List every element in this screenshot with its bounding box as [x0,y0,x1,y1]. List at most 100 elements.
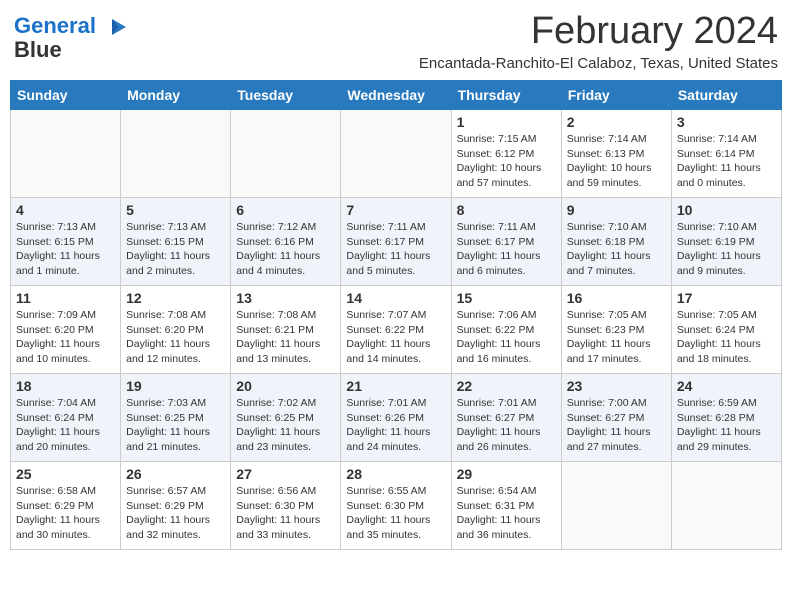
calendar-week-row: 11 Sunrise: 7:09 AMSunset: 6:20 PMDayligh… [11,286,782,374]
table-row: 8 Sunrise: 7:11 AMSunset: 6:17 PMDaylight… [451,198,561,286]
day-info: Sunrise: 6:54 AMSunset: 6:31 PMDaylight:… [457,484,556,543]
table-row: 20 Sunrise: 7:02 AMSunset: 6:25 PMDayligh… [231,374,341,462]
day-info: Sunrise: 7:05 AMSunset: 6:23 PMDaylight:… [567,308,666,367]
day-number: 7 [346,202,445,218]
table-row: 1 Sunrise: 7:15 AMSunset: 6:12 PMDaylight… [451,110,561,198]
day-info: Sunrise: 7:01 AMSunset: 6:27 PMDaylight:… [457,396,556,455]
day-info: Sunrise: 7:03 AMSunset: 6:25 PMDaylight:… [126,396,225,455]
day-number: 10 [677,202,776,218]
day-info: Sunrise: 7:10 AMSunset: 6:19 PMDaylight:… [677,220,776,279]
day-info: Sunrise: 6:59 AMSunset: 6:28 PMDaylight:… [677,396,776,455]
table-row: 23 Sunrise: 7:00 AMSunset: 6:27 PMDayligh… [561,374,671,462]
table-row: 7 Sunrise: 7:11 AMSunset: 6:17 PMDaylight… [341,198,451,286]
logo-text: General [14,14,96,38]
day-info: Sunrise: 6:56 AMSunset: 6:30 PMDaylight:… [236,484,335,543]
day-number: 8 [457,202,556,218]
day-number: 18 [16,378,115,394]
day-number: 11 [16,290,115,306]
day-number: 19 [126,378,225,394]
day-number: 24 [677,378,776,394]
table-row: 17 Sunrise: 7:05 AMSunset: 6:24 PMDayligh… [671,286,781,374]
calendar-header-row: Sunday Monday Tuesday Wednesday Thursday… [11,81,782,110]
table-row: 14Sunrise: 7:07 AMSunset: 6:22 PMDayligh… [341,286,451,374]
table-row: 29Sunrise: 6:54 AMSunset: 6:31 PMDayligh… [451,462,561,550]
day-number: 6 [236,202,335,218]
col-thursday: Thursday [451,81,561,110]
col-tuesday: Tuesday [231,81,341,110]
table-row: 12Sunrise: 7:08 AMSunset: 6:20 PMDayligh… [121,286,231,374]
day-number: 21 [346,378,445,394]
day-number: 5 [126,202,225,218]
day-info: Sunrise: 7:09 AMSunset: 6:20 PMDaylight:… [16,308,115,367]
location-title: Encantada-Ranchito-El Calaboz, Texas, Un… [419,55,778,72]
day-info: Sunrise: 7:12 AMSunset: 6:16 PMDaylight:… [236,220,335,279]
day-info: Sunrise: 7:04 AMSunset: 6:24 PMDaylight:… [16,396,115,455]
day-number: 27 [236,466,335,482]
day-info: Sunrise: 7:13 AMSunset: 6:15 PMDaylight:… [126,220,225,279]
col-sunday: Sunday [11,81,121,110]
col-saturday: Saturday [671,81,781,110]
logo-icon [98,17,128,35]
day-info: Sunrise: 7:10 AMSunset: 6:18 PMDaylight:… [567,220,666,279]
table-row: 3Sunrise: 7:14 AMSunset: 6:14 PMDaylight… [671,110,781,198]
col-friday: Friday [561,81,671,110]
table-row: 2 Sunrise: 7:14 AMSunset: 6:13 PMDaylight… [561,110,671,198]
calendar-week-row: 25 Sunrise: 6:58 AMSunset: 6:29 PMDayligh… [11,462,782,550]
day-number: 3 [677,114,776,130]
table-row: 21Sunrise: 7:01 AMSunset: 6:26 PMDayligh… [341,374,451,462]
table-row: 16 Sunrise: 7:05 AMSunset: 6:23 PMDayligh… [561,286,671,374]
table-row: 24 Sunrise: 6:59 AMSunset: 6:28 PMDayligh… [671,374,781,462]
calendar: Sunday Monday Tuesday Wednesday Thursday… [10,80,782,550]
day-number: 17 [677,290,776,306]
month-title: February 2024 [419,10,778,53]
title-area: February 2024 Encantada-Ranchito-El Cala… [419,10,778,72]
day-info: Sunrise: 7:11 AMSunset: 6:17 PMDaylight:… [346,220,445,279]
table-row: 9 Sunrise: 7:10 AMSunset: 6:18 PMDaylight… [561,198,671,286]
table-row: 26 Sunrise: 6:57 AMSunset: 6:29 PMDayligh… [121,462,231,550]
day-info: Sunrise: 7:00 AMSunset: 6:27 PMDaylight:… [567,396,666,455]
day-info: Sunrise: 6:58 AMSunset: 6:29 PMDaylight:… [16,484,115,543]
calendar-week-row: 4 Sunrise: 7:13 AMSunset: 6:15 PMDaylight… [11,198,782,286]
table-row: 25 Sunrise: 6:58 AMSunset: 6:29 PMDayligh… [11,462,121,550]
table-row: 27 Sunrise: 6:56 AMSunset: 6:30 PMDayligh… [231,462,341,550]
table-row: 10 Sunrise: 7:10 AMSunset: 6:19 PMDayligh… [671,198,781,286]
table-row: 13 Sunrise: 7:08 AMSunset: 6:21 PMDayligh… [231,286,341,374]
day-number: 26 [126,466,225,482]
logo: General Blue [14,14,128,62]
table-row: 11 Sunrise: 7:09 AMSunset: 6:20 PMDayligh… [11,286,121,374]
day-number: 2 [567,114,666,130]
day-info: Sunrise: 7:05 AMSunset: 6:24 PMDaylight:… [677,308,776,367]
col-wednesday: Wednesday [341,81,451,110]
day-number: 25 [16,466,115,482]
day-info: Sunrise: 7:07 AMSunset: 6:22 PMDaylight:… [346,308,445,367]
table-row [671,462,781,550]
table-row: 18 Sunrise: 7:04 AMSunset: 6:24 PMDayligh… [11,374,121,462]
table-row: 4 Sunrise: 7:13 AMSunset: 6:15 PMDaylight… [11,198,121,286]
day-number: 20 [236,378,335,394]
day-number: 15 [457,290,556,306]
table-row: 15 Sunrise: 7:06 AMSunset: 6:22 PMDayligh… [451,286,561,374]
day-info: Sunrise: 7:11 AMSunset: 6:17 PMDaylight:… [457,220,556,279]
day-info: Sunrise: 7:15 AMSunset: 6:12 PMDaylight:… [457,132,556,191]
day-info: Sunrise: 6:55 AMSunset: 6:30 PMDaylight:… [346,484,445,543]
day-number: 1 [457,114,556,130]
col-monday: Monday [121,81,231,110]
day-info: Sunrise: 7:13 AMSunset: 6:15 PMDaylight:… [16,220,115,279]
day-info: Sunrise: 7:06 AMSunset: 6:22 PMDaylight:… [457,308,556,367]
day-info: Sunrise: 7:14 AMSunset: 6:13 PMDaylight:… [567,132,666,191]
day-number: 23 [567,378,666,394]
day-number: 4 [16,202,115,218]
calendar-week-row: 1 Sunrise: 7:15 AMSunset: 6:12 PMDaylight… [11,110,782,198]
day-number: 13 [236,290,335,306]
table-row: 5 Sunrise: 7:13 AMSunset: 6:15 PMDaylight… [121,198,231,286]
day-info: Sunrise: 7:02 AMSunset: 6:25 PMDaylight:… [236,396,335,455]
header: General Blue February 2024 Encantada-Ran… [10,10,782,72]
day-info: Sunrise: 7:08 AMSunset: 6:21 PMDaylight:… [236,308,335,367]
table-row: 6 Sunrise: 7:12 AMSunset: 6:16 PMDaylight… [231,198,341,286]
table-row: 19 Sunrise: 7:03 AMSunset: 6:25 PMDayligh… [121,374,231,462]
table-row [11,110,121,198]
day-number: 16 [567,290,666,306]
day-number: 9 [567,202,666,218]
day-number: 28 [346,466,445,482]
day-info: Sunrise: 6:57 AMSunset: 6:29 PMDaylight:… [126,484,225,543]
